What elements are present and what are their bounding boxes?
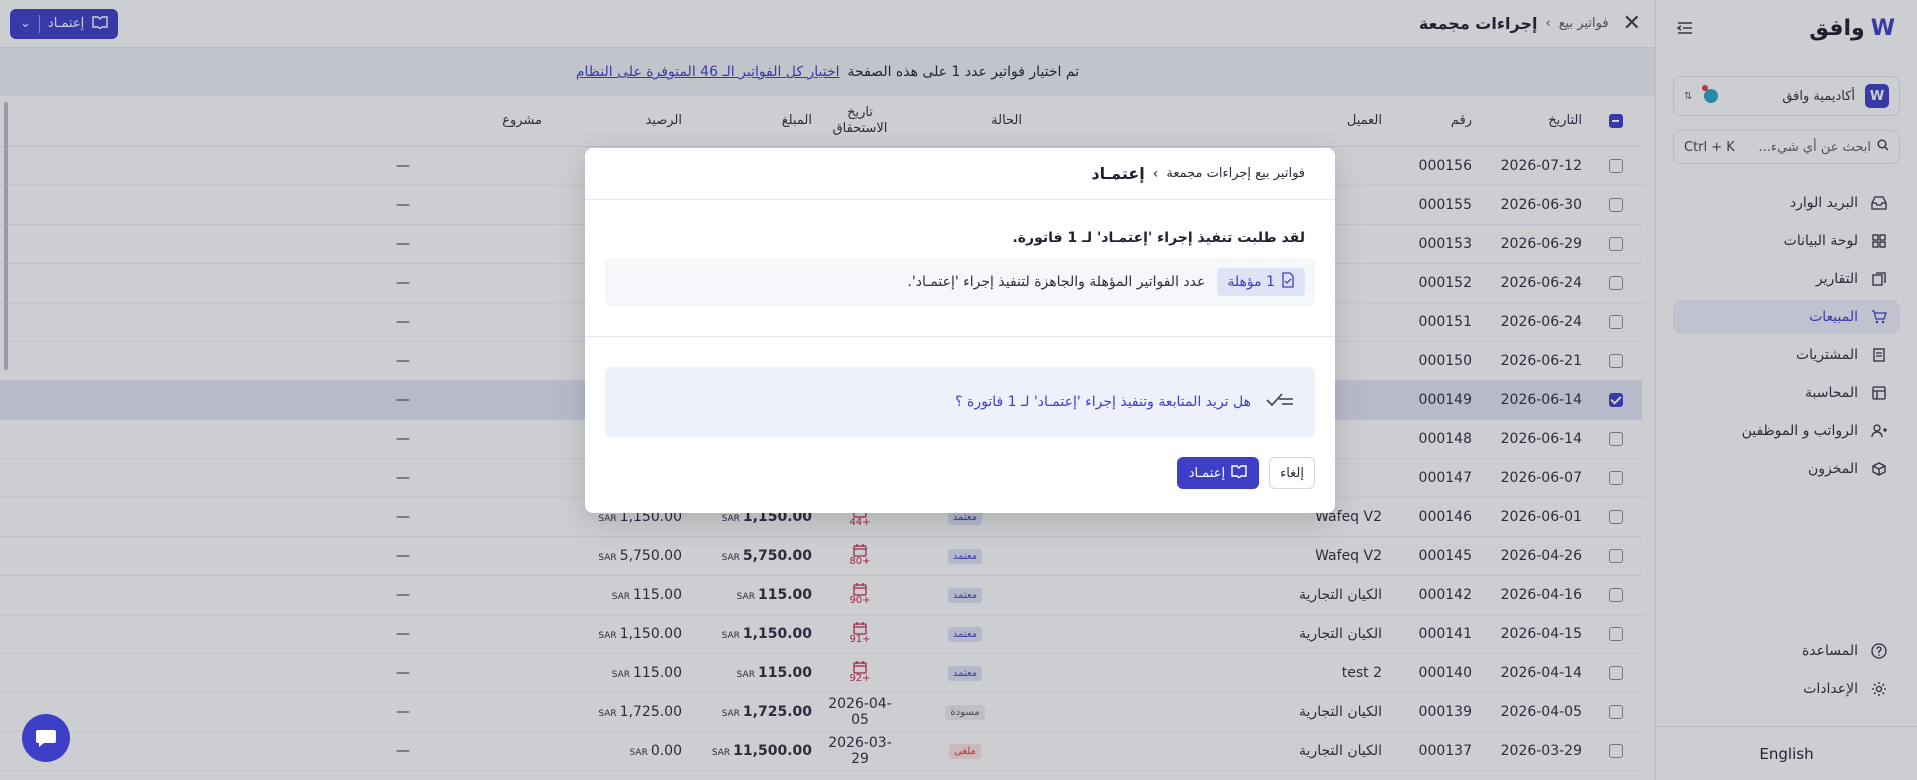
app-root: ✕ فواتير بيع › إجراءات مجمعة إعتمـاد ⌄ ت… xyxy=(0,0,1917,780)
confirm-question-box: هل تريد المتابعة وتنفيذ إجراء 'إعتمـاد' … xyxy=(605,367,1315,437)
chevron-left-icon: › xyxy=(1152,165,1159,182)
checklist-icon xyxy=(1265,390,1295,414)
divider xyxy=(585,336,1335,337)
modal-actions: إعتمـاد إلغاء xyxy=(605,457,1315,489)
chat-launcher-button[interactable] xyxy=(22,714,70,762)
approve-icon xyxy=(1231,464,1247,482)
eligible-box: 1 مؤهلة عدد الفواتير المؤهلة والجاهزة لت… xyxy=(605,258,1315,306)
document-check-icon xyxy=(1281,272,1295,292)
eligible-badge: 1 مؤهلة xyxy=(1217,268,1305,296)
modal-header: فواتير بيع إجراءات مجمعة › إعتمـاد xyxy=(585,148,1335,200)
chat-icon xyxy=(36,730,56,747)
eligible-text: عدد الفواتير المؤهلة والجاهزة لتنفيذ إجر… xyxy=(907,274,1206,290)
confirm-approve-label: إعتمـاد xyxy=(1188,465,1226,481)
eligible-count: 1 مؤهلة xyxy=(1227,274,1275,290)
modal-title: إعتمـاد xyxy=(1091,164,1145,183)
modal-breadcrumb: فواتير بيع إجراءات مجمعة xyxy=(1166,166,1305,181)
confirm-approve-button[interactable]: إعتمـاد xyxy=(1176,457,1260,489)
request-text: لقد طلبت تنفيذ إجراء 'إعتمـاد' لـ 1 فاتو… xyxy=(1012,230,1305,246)
modal-body: لقد طلبت تنفيذ إجراء 'إعتمـاد' لـ 1 فاتو… xyxy=(585,230,1335,489)
cancel-button[interactable]: إلغاء xyxy=(1269,457,1315,489)
approve-modal: فواتير بيع إجراءات مجمعة › إعتمـاد لقد ط… xyxy=(585,148,1335,513)
confirm-question: هل تريد المتابعة وتنفيذ إجراء 'إعتمـاد' … xyxy=(955,394,1251,410)
